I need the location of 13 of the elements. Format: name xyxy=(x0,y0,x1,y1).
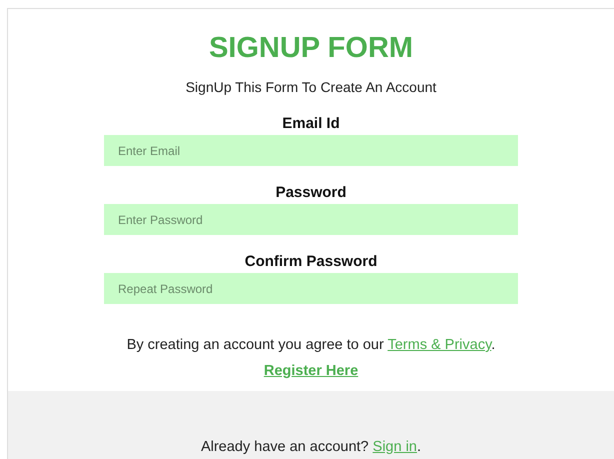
terms-text: By creating an account you agree to our Terms & Privacy. xyxy=(126,337,496,353)
signin-text: Already have an account? Sign in. xyxy=(200,439,422,455)
signin-link[interactable]: Sign in xyxy=(372,439,417,455)
field-label: Password xyxy=(276,184,346,201)
form-title: SIGNUP FORM xyxy=(208,33,414,63)
field-label: Email Id xyxy=(282,115,340,132)
input-field[interactable]: Repeat Password xyxy=(104,273,518,304)
input-field[interactable]: Enter Password xyxy=(104,204,518,235)
terms-link[interactable]: Terms & Privacy xyxy=(388,337,492,353)
register-link[interactable]: Register Here xyxy=(264,363,358,379)
field-label: Confirm Password xyxy=(244,253,378,270)
input-field[interactable]: Enter Email xyxy=(104,135,518,166)
form-subtitle: SignUp This Form To Create An Account xyxy=(186,79,436,95)
